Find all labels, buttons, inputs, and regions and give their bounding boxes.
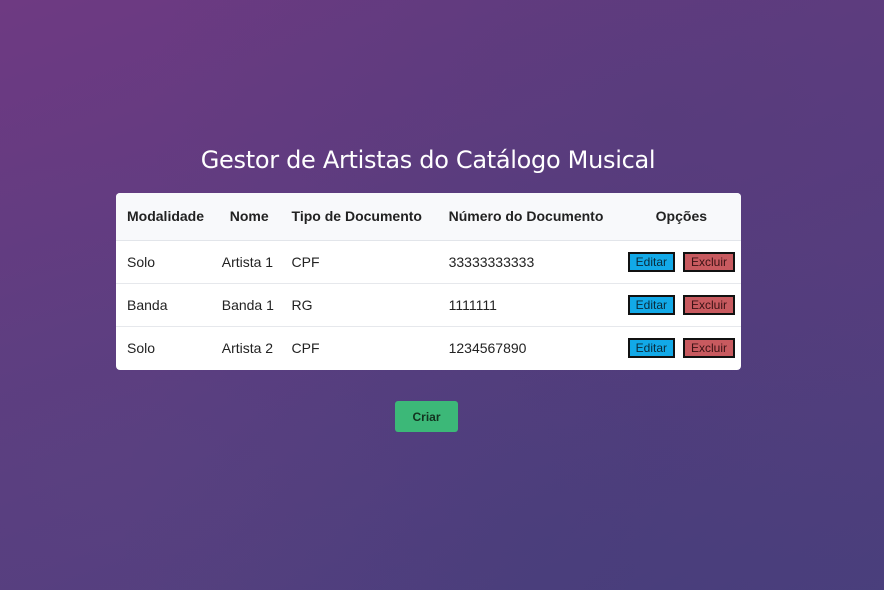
delete-button[interactable]: Excluir	[683, 294, 736, 315]
page-title: Gestor de Artistas do Catálogo Musical	[200, 146, 656, 174]
create-button[interactable]: Criar	[395, 401, 458, 432]
table-header: Modalidade Nome Tipo de Documento Número…	[116, 193, 741, 240]
table-header-row: Modalidade Nome Tipo de Documento Número…	[116, 193, 741, 240]
edit-button[interactable]: Editar	[627, 337, 676, 358]
artists-table-card: Modalidade Nome Tipo de Documento Número…	[116, 193, 741, 370]
header-opcoes: Opções	[655, 208, 708, 225]
table-row: Solo Artista 2 CPF 1234567890 Editar Excl…	[116, 326, 741, 369]
table-body: Solo Artista 1 CPF 33333333333 Editar Exc…	[116, 240, 741, 369]
cell-numero-documento: 1234567890	[448, 339, 527, 356]
artists-table: Modalidade Nome Tipo de Documento Número…	[116, 193, 741, 369]
edit-button[interactable]: Editar	[627, 251, 676, 272]
cell-modalidade: Solo	[127, 253, 156, 270]
cell-nome: Artista 1	[221, 253, 274, 270]
cell-tipo-documento: CPF	[291, 339, 320, 356]
delete-button[interactable]: Excluir	[683, 251, 736, 272]
edit-button[interactable]: Editar	[627, 294, 676, 315]
cell-opcoes: Editar Excluir	[622, 326, 741, 369]
cell-opcoes: Editar Excluir	[622, 240, 741, 283]
cell-tipo-documento: RG	[291, 296, 313, 313]
cell-numero-documento: 33333333333	[448, 253, 535, 270]
header-nome: Nome	[229, 208, 269, 225]
table-row: Banda Banda 1 RG 1111111 Editar Excluir	[116, 283, 741, 326]
header-modalidade: Modalidade	[127, 208, 205, 225]
cell-nome: Artista 2	[221, 339, 274, 356]
cell-opcoes: Editar Excluir	[622, 283, 741, 326]
cell-modalidade: Solo	[127, 339, 156, 356]
header-numero-documento: Número do Documento	[448, 208, 604, 225]
cell-numero-documento: 1111111	[448, 296, 497, 313]
cell-modalidade: Banda	[127, 296, 168, 313]
cell-nome: Banda 1	[221, 296, 274, 313]
table-row: Solo Artista 1 CPF 33333333333 Editar Exc…	[116, 240, 741, 283]
cell-tipo-documento: CPF	[291, 253, 320, 270]
header-tipo-documento: Tipo de Documento	[291, 208, 422, 225]
delete-button[interactable]: Excluir	[683, 337, 736, 358]
